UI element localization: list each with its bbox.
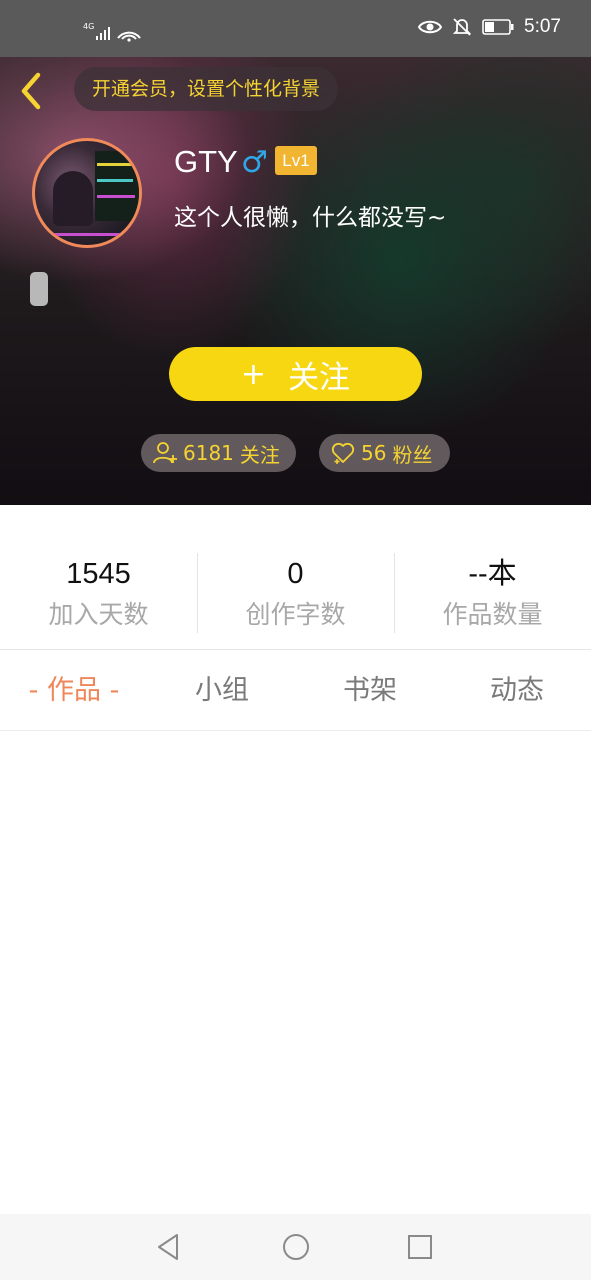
back-arrow-icon[interactable] (16, 71, 46, 111)
avatar[interactable] (32, 138, 142, 248)
profile-header: 开通会员，设置个性化背景 GTY ♂ Lv1 这个人很懒，什么都没写~ + 关注… (0, 57, 591, 505)
tab-works[interactable]: - 作品 - (0, 651, 148, 731)
avatar-screen (95, 151, 139, 221)
recents-square-icon[interactable] (404, 1231, 436, 1263)
tab-bookshelf[interactable]: 书架 (296, 651, 444, 731)
fans-count-pill[interactable]: 56 粉丝 (319, 434, 450, 472)
side-handle[interactable] (30, 272, 48, 306)
following-count: 6181 (183, 441, 234, 465)
signal-icon (96, 27, 141, 42)
avatar-figure (53, 171, 93, 226)
mute-bell-icon (452, 18, 472, 36)
stat-works-count: --本 作品数量 (394, 555, 591, 631)
fans-label: 粉丝 (392, 442, 433, 467)
stat-label: 作品数量 (442, 600, 543, 629)
stat-value: 1545 (66, 558, 131, 590)
follow-button[interactable]: + 关注 (169, 347, 422, 401)
status-right: 5:07 (418, 16, 561, 38)
tab-groups[interactable]: 小组 (148, 651, 296, 731)
stat-label: 创作字数 (245, 600, 346, 629)
following-count-pill[interactable]: 6181 关注 (141, 434, 296, 472)
tab-activity[interactable]: 动态 (443, 651, 591, 731)
heart-plus-icon (331, 442, 355, 464)
status-bar: 4G 5:07 (0, 0, 591, 57)
eye-icon (418, 20, 443, 34)
male-gender-icon: ♂ (241, 145, 268, 180)
level-badge: Lv1 (275, 146, 317, 175)
battery-icon (482, 19, 514, 35)
stat-word-count: 0 创作字数 (197, 555, 394, 631)
vip-background-banner[interactable]: 开通会员，设置个性化背景 (74, 67, 339, 111)
stat-value: --本 (468, 558, 517, 590)
system-nav-bar (0, 1214, 591, 1280)
network-type: 4G (83, 22, 95, 31)
add-user-icon (153, 442, 177, 464)
follow-button-label: 关注 (288, 359, 351, 396)
fans-count: 56 (361, 441, 387, 465)
following-label: 关注 (239, 442, 280, 467)
stat-join-days: 1545 加入天数 (0, 555, 197, 631)
stat-label: 加入天数 (48, 600, 149, 629)
username: GTY (174, 144, 238, 179)
status-time: 5:07 (524, 16, 561, 37)
profile-tabs: - 作品 - 小组 书架 动态 (0, 651, 591, 731)
plus-icon: + (240, 356, 267, 392)
stats-row: 1545 加入天数 0 创作字数 --本 作品数量 (0, 505, 591, 650)
stat-value: 0 (287, 558, 304, 590)
bio-text: 这个人很懒，什么都没写~ (174, 205, 447, 231)
back-triangle-icon[interactable] (153, 1231, 185, 1263)
home-circle-icon[interactable] (280, 1231, 312, 1263)
